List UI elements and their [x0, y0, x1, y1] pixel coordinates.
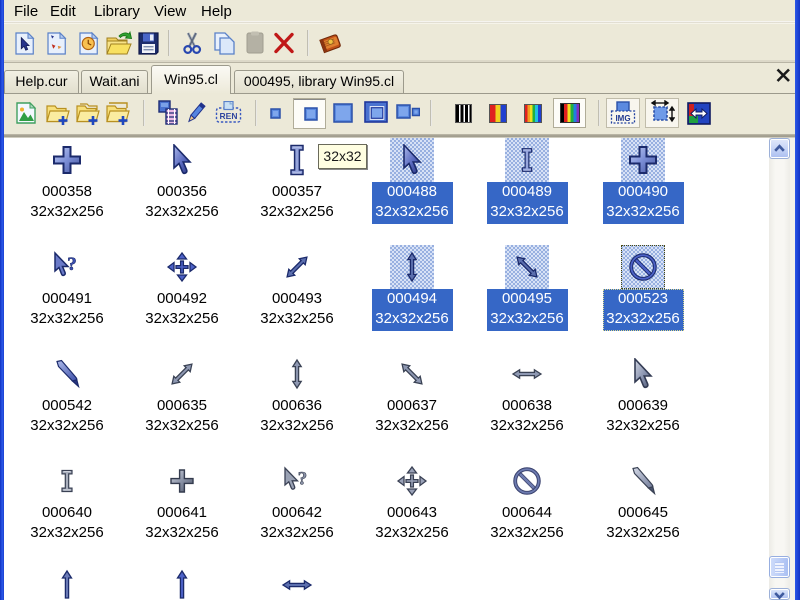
svg-text:IMG: IMG: [615, 114, 630, 123]
svg-text:?: ?: [298, 469, 308, 490]
svg-text:?: ?: [67, 254, 77, 275]
svg-text:REN: REN: [220, 111, 238, 121]
